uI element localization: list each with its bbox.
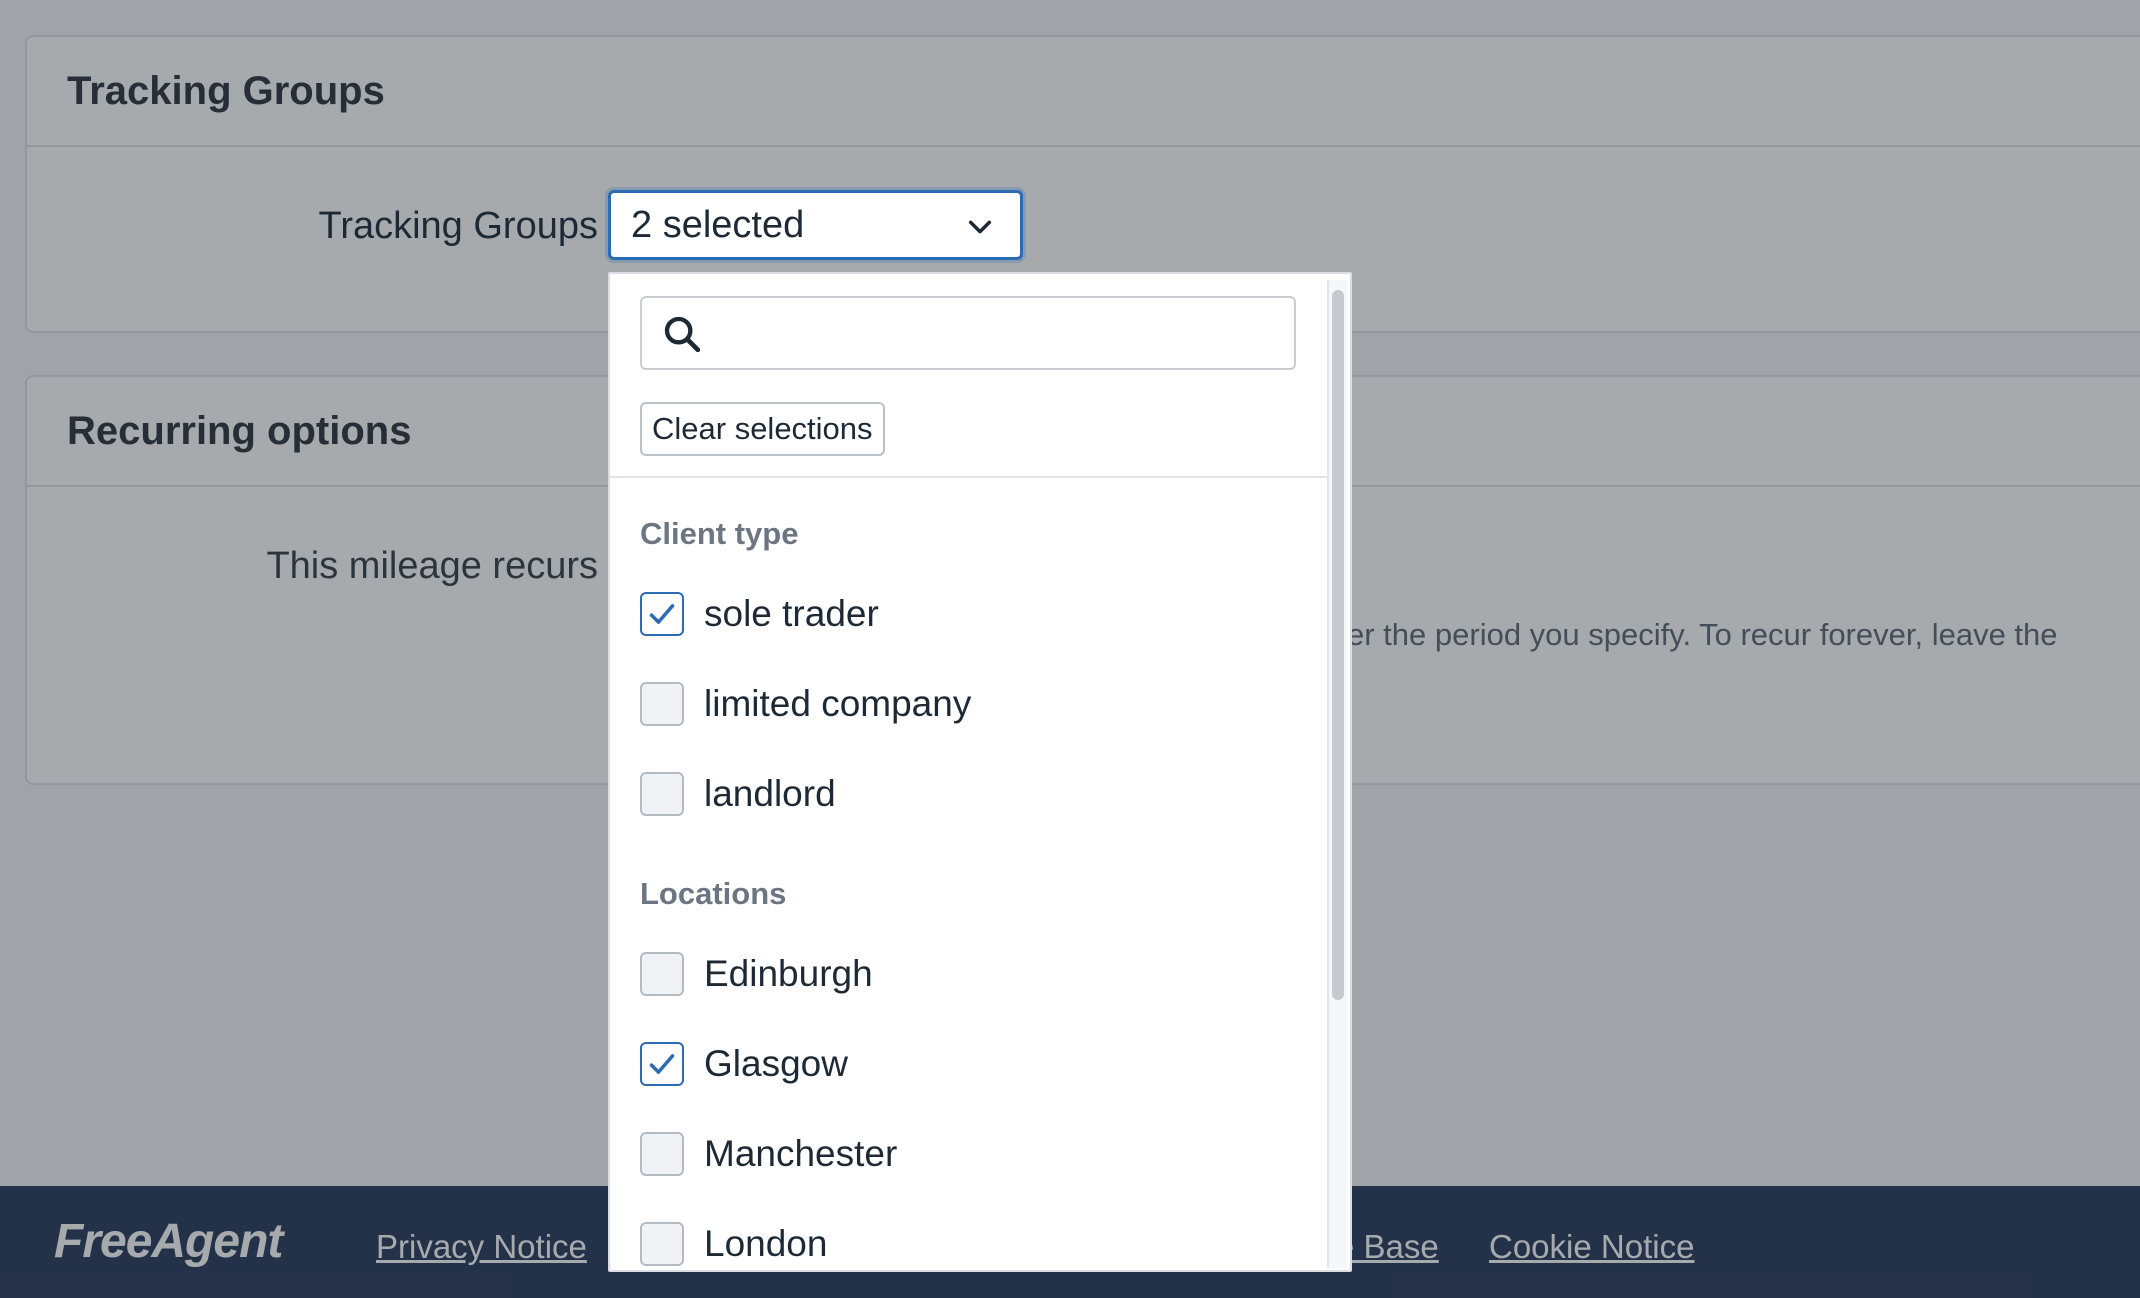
tracking-groups-dropdown: Clear selections Client type sole trader…: [608, 272, 1352, 1272]
option-sole-trader[interactable]: sole trader: [640, 589, 879, 639]
chevron-down-icon: [968, 220, 992, 234]
clear-selections-button[interactable]: Clear selections: [640, 402, 885, 456]
option-london[interactable]: London: [640, 1219, 827, 1269]
checkmark-icon: [649, 604, 675, 624]
group-title-client-type: Client type: [640, 516, 799, 551]
checkbox-checked[interactable]: [640, 592, 684, 636]
select-value: 2 selected: [631, 203, 805, 246]
checkbox-unchecked[interactable]: [640, 952, 684, 996]
dropdown-divider: [610, 476, 1327, 478]
option-label: Glasgow: [704, 1043, 848, 1084]
checkbox-unchecked[interactable]: [640, 1222, 684, 1266]
option-glasgow[interactable]: Glasgow: [640, 1039, 848, 1089]
search-icon: [664, 316, 701, 353]
option-limited-company[interactable]: limited company: [640, 679, 971, 729]
tracking-groups-select[interactable]: 2 selected: [608, 190, 1023, 260]
option-manchester[interactable]: Manchester: [640, 1129, 897, 1179]
group-title-locations: Locations: [640, 876, 787, 911]
option-label: sole trader: [704, 593, 879, 634]
dropdown-search-box[interactable]: [640, 296, 1296, 370]
option-label: landlord: [704, 773, 836, 814]
option-label: Manchester: [704, 1133, 898, 1174]
checkbox-unchecked[interactable]: [640, 1132, 684, 1176]
option-label: London: [704, 1223, 828, 1264]
checkbox-checked[interactable]: [640, 1042, 684, 1086]
tracking-groups-label: Tracking Groups: [318, 205, 598, 247]
option-landlord[interactable]: landlord: [640, 769, 836, 819]
option-label: limited company: [704, 683, 972, 724]
option-label: Edinburgh: [704, 953, 873, 994]
checkmark-icon: [649, 1054, 675, 1074]
dropdown-scrollbar[interactable]: [1327, 280, 1347, 1268]
checkbox-unchecked[interactable]: [640, 682, 684, 726]
checkbox-unchecked[interactable]: [640, 772, 684, 816]
option-edinburgh[interactable]: Edinburgh: [640, 949, 873, 999]
scrollbar-thumb[interactable]: [1332, 290, 1344, 1000]
dropdown-search-input[interactable]: [714, 308, 1274, 358]
